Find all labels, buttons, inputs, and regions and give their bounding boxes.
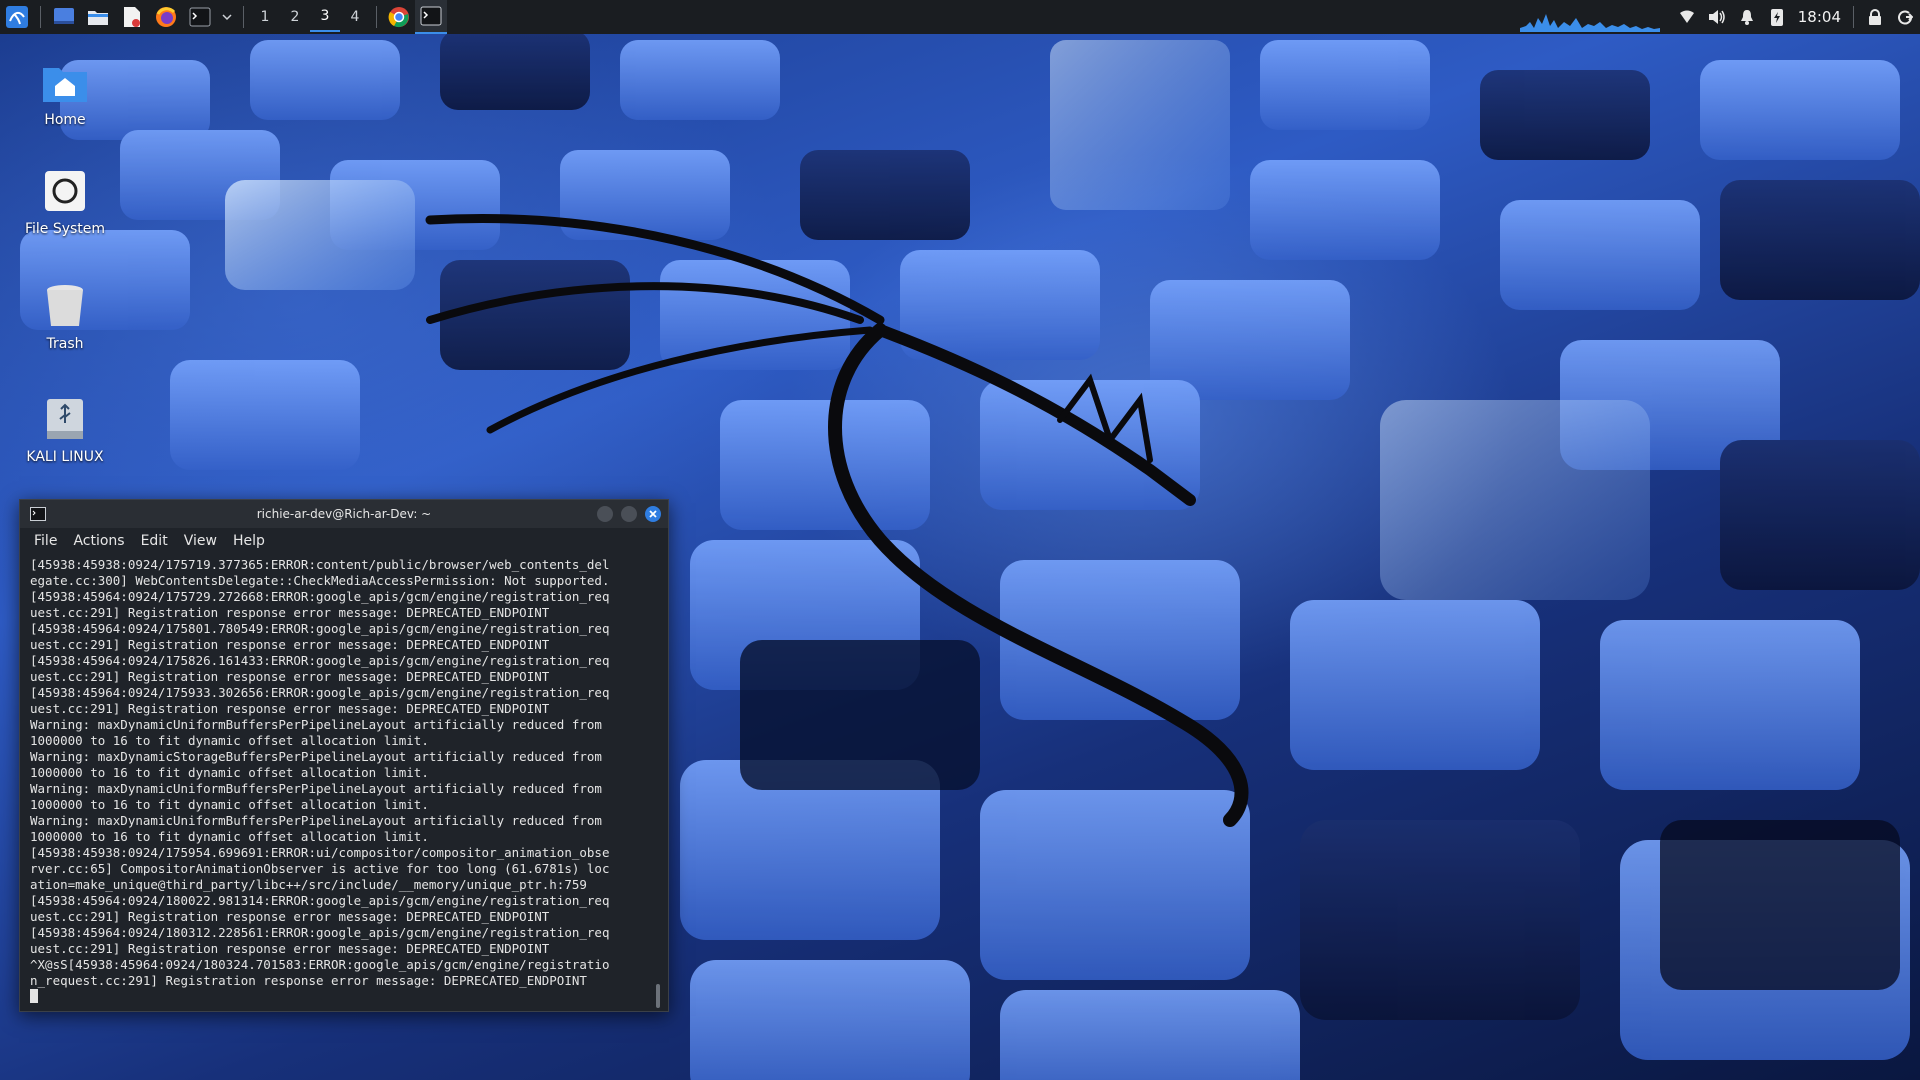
menu-actions[interactable]: Actions (73, 533, 124, 549)
desktop-icon-trash[interactable]: Trash (10, 282, 120, 352)
maximize-button[interactable] (621, 506, 637, 522)
terminal-line: [45938:45964:0924/180312.228561:ERROR:go… (30, 925, 610, 940)
terminal-line: [45938:45964:0924/180022.981314:ERROR:go… (30, 893, 610, 908)
clock[interactable]: 18:04 (1792, 8, 1847, 26)
terminal-line: uest.cc:291] Registration response error… (30, 605, 550, 620)
lock-screen-button[interactable] (1860, 0, 1890, 34)
terminal-line: rver.cc:65] CompositorAnimationObserver … (30, 861, 610, 876)
workspace-4[interactable]: 4 (340, 2, 370, 32)
workspace-1[interactable]: 1 (250, 2, 280, 32)
kali-menu-button[interactable] (2, 2, 32, 32)
notification-bell-icon (1740, 10, 1753, 25)
terminal-line: 1000000 to 16 to fit dynamic offset allo… (30, 797, 429, 812)
home-folder-icon (43, 68, 87, 102)
network-icon (1679, 10, 1694, 23)
text-editor-icon (124, 7, 140, 27)
terminal-titlebar[interactable]: richie-ar-dev@Rich-ar-Dev: ~ (20, 500, 668, 528)
menu-file[interactable]: File (34, 533, 57, 549)
terminal-scrollbar[interactable] (656, 984, 660, 1008)
workspace-3[interactable]: 3 (310, 2, 340, 32)
panel-separator (243, 6, 244, 28)
lock-icon (1869, 9, 1881, 25)
task-terminal[interactable] (415, 0, 447, 34)
power-icon (1770, 9, 1783, 26)
task-chromium[interactable] (383, 0, 415, 34)
text-cursor (30, 989, 38, 1003)
desktop-icon-filesystem[interactable]: File System (10, 167, 120, 237)
logout-icon (1898, 10, 1913, 25)
menu-help[interactable]: Help (233, 533, 265, 549)
trash-icon (47, 285, 83, 326)
terminal-icon (420, 6, 442, 26)
usb-drive-icon (47, 399, 83, 439)
terminal-output[interactable]: [45938:45938:0924/175719.377365:ERROR:co… (30, 557, 648, 1007)
show-desktop-icon (54, 8, 74, 24)
panel-separator (376, 6, 377, 28)
desktop-icon-label: Trash (46, 336, 84, 352)
desktop-icon-label: KALI LINUX (26, 449, 104, 465)
power-manager-button[interactable] (1762, 0, 1792, 34)
terminal-line: uest.cc:291] Registration response error… (30, 637, 550, 652)
top-panel: 1 2 3 4 18:04 (0, 0, 1920, 34)
terminal-line: Warning: maxDynamicUniformBuffersPerPipe… (30, 813, 602, 828)
terminal-line: egate.cc:300] WebContentsDelegate::Check… (30, 573, 610, 588)
file-manager-icon (88, 11, 108, 25)
terminal-line: [45938:45964:0924/175801.780549:ERROR:go… (30, 621, 610, 636)
menu-view[interactable]: View (184, 533, 217, 549)
terminal-menubar: File Actions Edit View Help (20, 528, 668, 554)
chromium-icon (388, 7, 409, 28)
firefox-button[interactable] (151, 2, 181, 32)
workspace-2[interactable]: 2 (280, 2, 310, 32)
desktop-icon-kali-linux[interactable]: KALI LINUX (10, 395, 120, 465)
panel-separator (40, 6, 41, 28)
close-icon (649, 510, 657, 518)
close-button[interactable] (645, 506, 661, 522)
filesystem-icon (45, 171, 85, 211)
minimize-button[interactable] (597, 506, 613, 522)
terminal-line: 1000000 to 16 to fit dynamic offset allo… (30, 765, 429, 780)
terminal-line: [45938:45938:0924/175719.377365:ERROR:co… (30, 557, 610, 572)
text-editor-button[interactable] (117, 2, 147, 32)
terminal-icon (189, 7, 211, 27)
kali-menu-icon (6, 6, 28, 28)
terminal-window[interactable]: richie-ar-dev@Rich-ar-Dev: ~ File Action… (19, 499, 669, 1012)
notifications-button[interactable] (1732, 0, 1762, 34)
terminal-prompt-line[interactable] (30, 989, 648, 1005)
terminal-line: Warning: maxDynamicUniformBuffersPerPipe… (30, 781, 602, 796)
terminal-line: uest.cc:291] Registration response error… (30, 909, 550, 924)
terminal-line: [45938:45964:0924/175826.161433:ERROR:go… (30, 653, 610, 668)
terminal-line: 1000000 to 16 to fit dynamic offset allo… (30, 829, 429, 844)
terminal-line: Warning: maxDynamicStorageBuffersPerPipe… (30, 749, 602, 764)
terminal-line: ation=make_unique@third_party/libc++/src… (30, 877, 587, 892)
desktop-icon-label: Home (44, 112, 86, 128)
volume-icon (1708, 10, 1725, 24)
volume-button[interactable] (1702, 0, 1732, 34)
terminal-line: [45938:45964:0924/175933.302656:ERROR:go… (30, 685, 610, 700)
terminal-line: [45938:45964:0924/175729.272668:ERROR:go… (30, 589, 610, 604)
menu-edit[interactable]: Edit (141, 533, 168, 549)
show-desktop-button[interactable] (49, 2, 79, 32)
window-title: richie-ar-dev@Rich-ar-Dev: ~ (256, 507, 432, 521)
desktop-icon-home[interactable]: Home (10, 58, 120, 128)
logout-button[interactable] (1890, 0, 1920, 34)
terminal-line: ^X@sS[45938:45964:0924/180324.701583:ERR… (30, 957, 610, 972)
terminal-line: 1000000 to 16 to fit dynamic offset allo… (30, 733, 429, 748)
terminal-line: [45938:45938:0924/175954.699691:ERROR:ui… (30, 845, 610, 860)
firefox-icon (156, 7, 176, 27)
desktop-icon-label: File System (24, 221, 106, 237)
chevron-down-icon (222, 14, 232, 21)
launcher-dropdown-button[interactable] (219, 2, 235, 32)
cpu-load-graph (1520, 14, 1660, 32)
network-button[interactable] (1672, 0, 1702, 34)
terminal-line: Warning: maxDynamicUniformBuffersPerPipe… (30, 717, 602, 732)
terminal-line: n_request.cc:291] Registration response … (30, 973, 587, 988)
terminal-line: uest.cc:291] Registration response error… (30, 941, 550, 956)
panel-separator (1853, 6, 1854, 28)
terminal-line: uest.cc:291] Registration response error… (30, 669, 550, 684)
terminal-launcher-button[interactable] (185, 2, 215, 32)
file-manager-button[interactable] (83, 2, 113, 32)
terminal-line: uest.cc:291] Registration response error… (30, 701, 550, 716)
